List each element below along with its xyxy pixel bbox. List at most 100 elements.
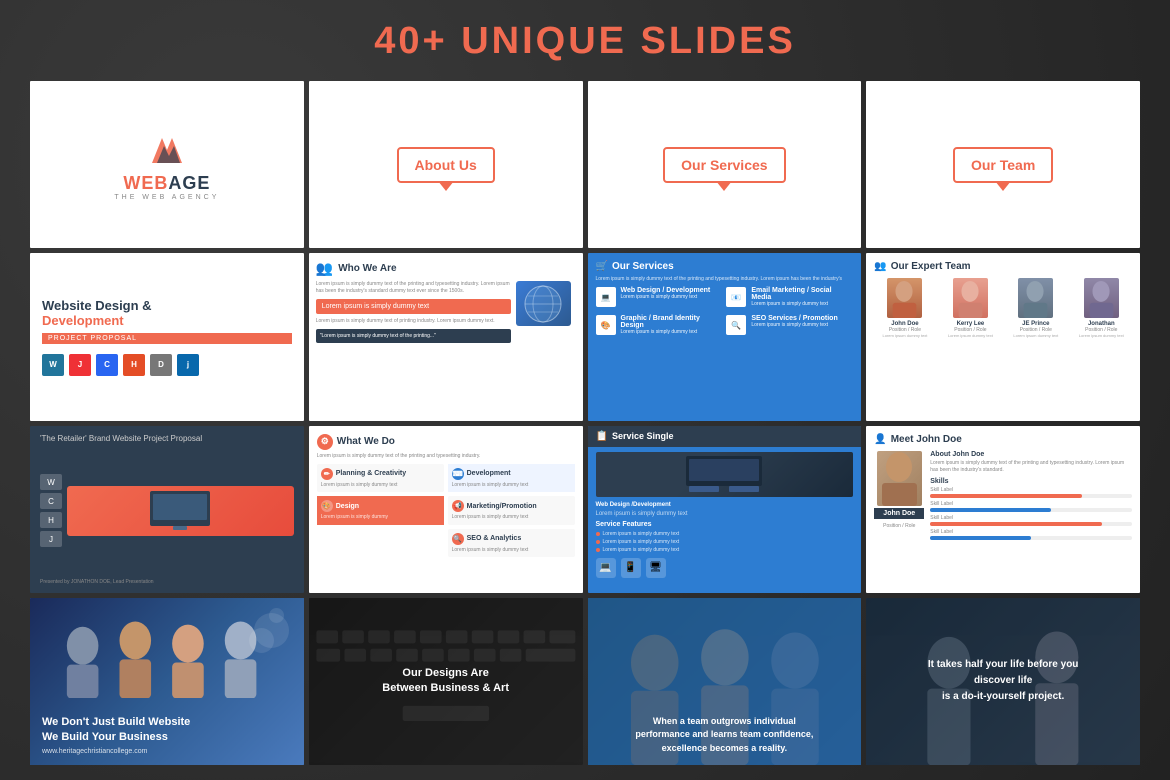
expert-team-header: 👥 Our Expert Team [874,261,1132,272]
service-icon-4: 🔍 [726,315,746,335]
slide-meet-john: 👤 Meet John Doe John Doe Position / Role… [866,426,1140,593]
team-members-list: John Doe Position / Role Lorem ipsum dum… [874,278,1132,338]
team-member-2: Kerry Lee Position / Role Lorem ipsum du… [940,278,1001,338]
team-member-1: John Doe Position / Role Lorem ipsum dum… [874,278,935,338]
seo-text: Lorem ipsum is simply dummy text [452,547,571,554]
what-grid: ✏ Planning & Creativity Lorem ipsum is s… [317,464,575,558]
r-logo-4: J [40,531,62,547]
service-screen-inner [596,452,854,497]
our-services-label: Our Services [681,157,767,173]
discover-text: It takes half your life before youdiscov… [928,657,1079,705]
feature-dot-3 [596,548,600,552]
feature-3: Lorem ipsum is simply dummy text [596,547,854,553]
slides-grid: WEBAGE THE WEB AGENCY About Us Our Servi… [30,81,1140,765]
tech-logos: W J C H D j [42,354,292,376]
services-detail-title: Our Services [612,261,674,272]
meet-photo-col: John Doe Position / Role [874,451,924,543]
skill-bar-4 [930,536,1132,540]
feature-1: Lorem ipsum is simply dummy text [596,531,854,537]
slide-service-single: 📋 Service Single Web Design /Development… [588,426,862,593]
slide-web-design: Website Design &Development PROJECT PROP… [30,253,304,420]
service-bottom-icon-2: 📱 [621,558,641,578]
who-text2: Lorem ipsum is simply dummy text of prin… [316,318,511,325]
logo-sub: THE WEB AGENCY [114,194,219,201]
what-item-seo: 🔍 SEO & Analytics Lorem ipsum is simply … [448,529,575,558]
feature-2: Lorem ipsum is simply dummy text [596,539,854,545]
service-item-3: 🎨 Graphic / Brand Identity Design Lorem … [596,315,723,336]
skill-label-2: Skill Label [930,501,1132,507]
meet-role: Position / Role [883,523,915,529]
design-icon: 🎨 [321,500,333,512]
slide-our-services-title: Our Services [588,81,862,248]
who-icon: 👥 [316,260,333,277]
who-quote: "Lorem ipsum is simply dummy text of the… [316,329,511,343]
retailer-footer: Presented by JONATHON DOE, Lead Presenta… [40,579,294,585]
skill-bar-3 [930,522,1132,526]
skill-2: Skill Label [930,501,1132,512]
tech-dr: D [150,354,172,376]
planning-text: Lorem ipsum is simply dummy text [321,482,440,489]
service-text-1: Web Design / Development Lorem ipsum is … [621,287,711,308]
services-icon: 🛒 [596,261,608,272]
what-title: ⚙ What We Do [317,434,575,450]
skill-label-1: Skill Label [930,487,1132,493]
services-list: 💻 Web Design / Development Lorem ipsum i… [596,287,854,339]
slide-retailer: 'The Retailer' Brand Website Project Pro… [30,426,304,593]
service-screen-svg [684,454,764,494]
slide-what-we-do: ⚙ What We Do Lorem ipsum is simply dummy… [309,426,583,593]
service-single-icon: 📋 [596,431,608,442]
speech-bubble-services: Our Services [663,147,785,183]
design-text: Lorem ipsum is simply dummy [321,514,440,521]
team-icon: 👥 [874,261,886,272]
service-single-header: 📋 Service Single [588,426,862,447]
seo-icon: 🔍 [452,533,464,545]
service-text-4: SEO Services / Promotion Lorem ipsum is … [751,315,837,336]
service-web-title: Web Design /Development [596,502,854,508]
what-item-design: 🎨 Design Lorem ipsum is simply dummy [317,496,444,525]
service-text-3: Graphic / Brand Identity Design Lorem ip… [621,315,723,336]
slide-services-detail: 🛒 Our Services Lorem ipsum is simply dum… [588,253,862,420]
dev-text: Lorem ipsum is simply dummy text [452,482,571,489]
build-website-url: www.heritagechristiancollege.com [42,748,292,755]
meet-title: 👤 Meet John Doe [874,434,1132,445]
what-title-icon: ⚙ [317,434,333,450]
main-title: 40+ UNIQUE SLIDES [374,20,796,63]
services-detail-header: 🛒 Our Services [596,261,854,272]
member-desc-3: Lorem ipsum dummy text [1013,333,1058,338]
services-desc: Lorem ipsum is simply dummy text of the … [596,276,854,282]
logo-text: WEBAGE [123,173,210,194]
skill-fill-1 [930,494,1081,498]
member-photo-2 [953,278,988,318]
tech-html5: H [123,354,145,376]
planning-icon: ✏ [321,468,333,480]
meet-about-title: About John Doe [930,451,1132,458]
skill-bar-1 [930,494,1132,498]
skill-label-3: Skill Label [930,515,1132,521]
slide-discover: It takes half your life before youdiscov… [866,598,1140,765]
service-text-2: Email Marketing / Social Media Lorem ips… [751,287,853,308]
retailer-logos: W C H J [40,474,62,547]
service-icons-row: 💻 📱 🖥 [588,555,862,583]
service-bottom-icon-1: 💻 [596,558,616,578]
who-text: Lorem ipsum is simply dummy text of the … [316,281,511,295]
retailer-title: 'The Retailer' Brand Website Project Pro… [40,434,294,443]
slide-who-we-are: 👥 Who We Are Lorem ipsum is simply dummy… [309,253,583,420]
service-single-title: Service Single [612,431,674,441]
slide-team-quote: When a team outgrows individualperforman… [588,598,862,765]
expert-team-title: Our Expert Team [891,261,971,272]
r-logo-1: W [40,474,62,490]
webage-logo-icon [142,128,192,168]
service-icon-1: 💻 [596,287,616,307]
what-item-marketing: 📢 Marketing/Promotion Lorem ipsum is sim… [448,496,575,525]
meet-icon: 👤 [874,434,886,445]
slide-expert-team: 👥 Our Expert Team John Doe Position / Ro… [866,253,1140,420]
skill-bar-2 [930,508,1132,512]
service-item-4: 🔍 SEO Services / Promotion Lorem ipsum i… [726,315,853,336]
team-member-4: Jonathan Position / Role Lorem ipsum dum… [1071,278,1132,338]
meet-content: John Doe Position / Role About John Doe … [874,451,1132,543]
service-icon-3: 🎨 [596,315,616,335]
member-desc-2: Lorem ipsum dummy text [948,333,993,338]
marketing-text: Lorem ipsum is simply dummy text [452,514,571,521]
web-design-title: Website Design &Development [42,298,292,329]
service-bottom-icon-3: 🖥 [646,558,666,578]
